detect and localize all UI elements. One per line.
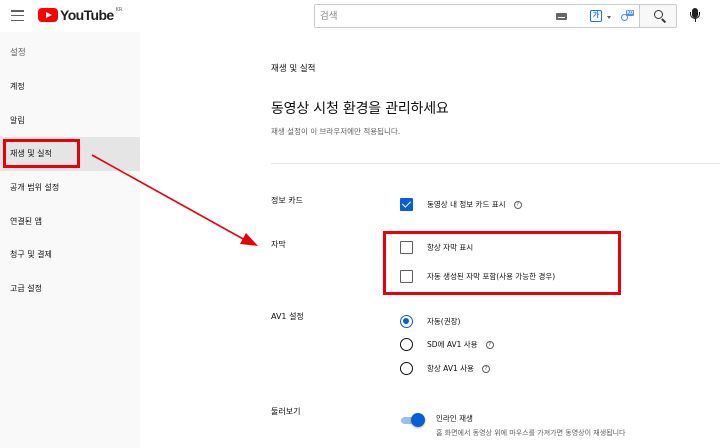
top-bar: YouTube KR 가 KO: [0, 0, 720, 32]
sidebar-item-account[interactable]: 계정: [0, 70, 140, 104]
info-cards-label: 동영상 내 정보 카드 표시: [427, 200, 506, 209]
av1-always-radio[interactable]: [400, 362, 413, 375]
av1-auto-label: 자동(권장): [427, 317, 461, 326]
youtube-logo[interactable]: YouTube KR: [38, 7, 123, 23]
av1-always-label: 항상 AV1 사용: [427, 364, 474, 373]
sidebar-heading: 설정: [10, 48, 26, 58]
keyboard-icon[interactable]: [556, 13, 567, 20]
sidebar-item-notifications[interactable]: 알림: [0, 104, 140, 138]
search-input[interactable]: [320, 5, 520, 27]
divider: [271, 163, 720, 164]
sidebar-item-advanced[interactable]: 고급 설정: [0, 272, 140, 306]
mic-icon[interactable]: [690, 8, 700, 24]
av1-sd-radio[interactable]: [400, 338, 413, 351]
help-icon[interactable]: ?: [485, 341, 494, 349]
inline-playback-desc: 홈 화면에서 동영상 위에 마우스를 가져가면 동영상이 재생됩니다: [436, 429, 626, 437]
sidebar-item-billing[interactable]: 청구 및 결제: [0, 238, 140, 272]
extension-badge: KO: [626, 10, 634, 16]
menu-icon[interactable]: [11, 10, 24, 22]
section-label-info-cards: 정보 카드: [271, 196, 303, 205]
info-cards-checkbox[interactable]: [400, 198, 413, 211]
inline-playback-toggle[interactable]: [401, 413, 425, 427]
sidebar-item-privacy[interactable]: 공개 범위 설정: [0, 171, 140, 205]
translate-icon[interactable]: 가: [590, 10, 602, 22]
logo-text: YouTube: [60, 7, 114, 23]
av1-sd-label: SD에 AV1 사용: [427, 340, 478, 349]
search-box: 가 KO: [314, 4, 640, 28]
inline-playback-label: 인라인 재생: [436, 414, 473, 423]
breadcrumb: 재생 및 실적: [271, 64, 316, 74]
chevron-down-icon[interactable]: [607, 16, 611, 19]
sidebar-item-connected-apps[interactable]: 연결된 앱: [0, 205, 140, 239]
section-label-av1: AV1 설정: [271, 312, 304, 321]
av1-auto-radio[interactable]: [400, 315, 413, 328]
logo-country: KR: [115, 7, 123, 13]
annotation-box-captions: [383, 231, 621, 295]
annotation-box-sidebar: [3, 139, 80, 168]
settings-sidebar: 설정 계정 알림 재생 및 실적 공개 범위 설정 연결된 앱 청구 및 결제 …: [0, 32, 140, 448]
youtube-logo-icon: [38, 8, 58, 22]
page-subtitle: 재생 설정이 이 브라우저에만 적용됩니다.: [271, 127, 401, 136]
page-title: 동영상 시청 환경을 관리하세요: [271, 101, 449, 117]
section-label-captions: 자막: [271, 240, 286, 249]
help-icon[interactable]: ?: [513, 201, 522, 209]
extension-icon[interactable]: KO: [620, 10, 634, 23]
search-button[interactable]: [639, 4, 677, 28]
help-icon[interactable]: ?: [481, 365, 490, 373]
section-label-browsing: 둘러보기: [271, 407, 301, 416]
